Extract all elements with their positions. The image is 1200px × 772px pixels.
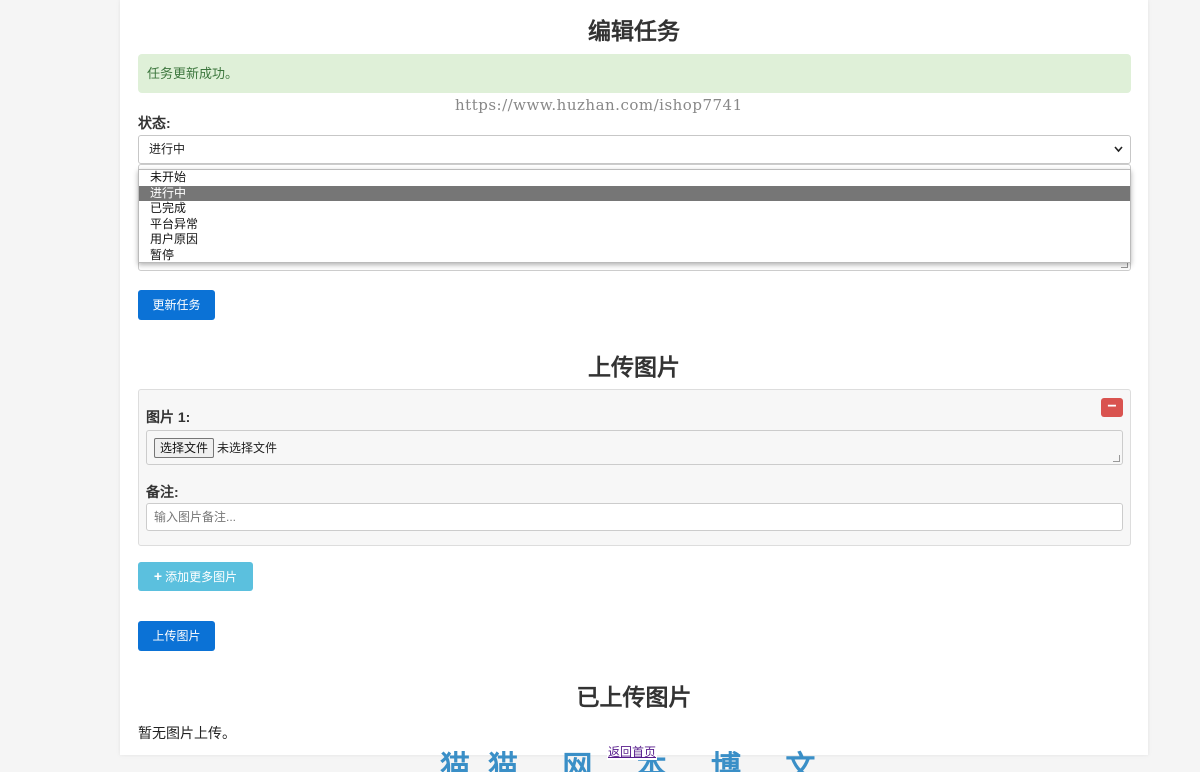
no-images-message: 暂无图片上传。 [138,725,236,741]
image-label: 图片 1: [146,409,191,425]
status-option[interactable]: 未开始 [139,170,1130,186]
status-option-selected[interactable]: 进行中 [139,185,1130,201]
uploaded-images-title: 已上传图片 [576,684,692,710]
update-task-button[interactable]: 更新任务 [138,290,215,320]
remove-image-button[interactable]: − [1101,398,1123,417]
watermark-text: https://www.huzhan.com/ishop7741 [455,96,743,114]
status-option[interactable]: 已完成 [139,201,1130,217]
upload-images-title: 上传图片 [588,354,680,380]
status-select[interactable]: 进行中 [138,135,1131,164]
status-dropdown-list[interactable]: 未开始 进行中 已完成 平台异常 用户原因 暂停 [138,169,1131,263]
image-entry-card: 图片 1: − 选择文件 未选择文件 备注: 输入图片备注... [138,389,1131,546]
minus-icon: − [1107,398,1117,415]
choose-file-button[interactable]: 选择文件 [154,438,215,458]
note-label: 备注: [146,484,179,500]
success-alert: 任务更新成功。 [138,54,1131,93]
edit-task-title: 编辑任务 [588,18,680,44]
status-option[interactable]: 暂停 [139,248,1130,264]
status-select-value: 进行中 [149,142,186,156]
file-input-area[interactable]: 选择文件 未选择文件 [146,430,1123,465]
file-status-text: 未选择文件 [217,441,278,455]
resize-grip[interactable] [1113,455,1120,462]
add-more-images-label: 添加更多图片 [165,570,238,584]
add-more-images-button[interactable]: + 添加更多图片 [138,562,253,591]
status-label: 状态: [138,115,171,131]
back-home-link[interactable]: 返回首页 [607,743,658,760]
upload-images-button[interactable]: 上传图片 [138,621,215,651]
status-option[interactable]: 用户原因 [139,232,1130,248]
image-note-input[interactable]: 输入图片备注... [146,503,1123,531]
plus-icon: + [153,568,163,584]
status-option[interactable]: 平台异常 [139,217,1130,233]
main-container: 编辑任务 任务更新成功。 https://www.huzhan.com/isho… [120,0,1148,772]
